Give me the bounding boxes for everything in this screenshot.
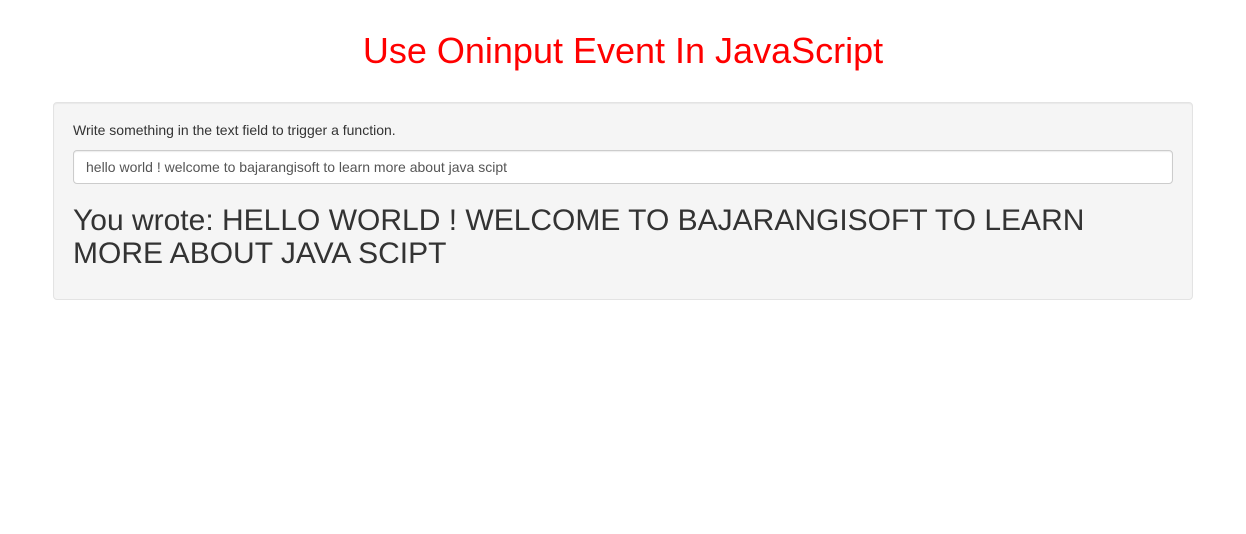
page-title: Use Oninput Event In JavaScript bbox=[53, 30, 1193, 72]
output-heading: You wrote: HELLO WORLD ! WELCOME TO BAJA… bbox=[73, 204, 1173, 270]
instruction-text: Write something in the text field to tri… bbox=[73, 122, 1173, 138]
demo-panel: Write something in the text field to tri… bbox=[53, 102, 1193, 300]
page-container: Use Oninput Event In JavaScript Write so… bbox=[38, 30, 1208, 300]
text-input[interactable] bbox=[73, 150, 1173, 184]
